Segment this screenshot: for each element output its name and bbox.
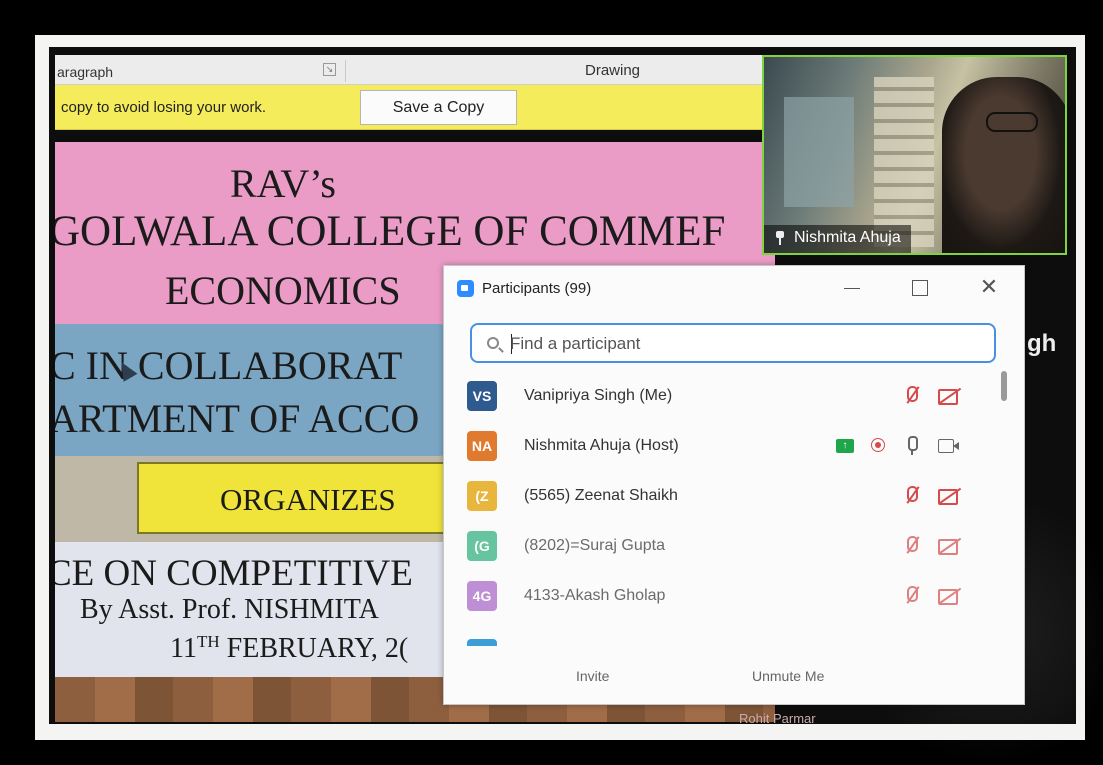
participant-name: 4133-Akash Gholap <box>524 587 666 604</box>
slide-title-line-3: ECONOMICS <box>165 268 401 313</box>
slide-title-line-2: GOLWALA COLLEGE OF COMMEF <box>55 208 726 255</box>
video-participant-name: Nishmita Ahuja <box>794 229 901 246</box>
avatar: (G <box>467 531 497 561</box>
slide-organizes: ORGANIZES <box>220 482 396 517</box>
participant-search-box[interactable] <box>470 323 996 363</box>
video-off-icon[interactable] <box>938 589 962 605</box>
slide-line-5: ARTMENT OF ACCO <box>55 396 420 441</box>
video-off-icon[interactable] <box>938 489 962 505</box>
ribbon-group-drawing: Drawing <box>585 62 641 79</box>
participant-row[interactable]: VS Vanipriya Singh (Me) <box>444 371 1004 421</box>
info-bar-message: copy to avoid losing your work. <box>61 99 267 116</box>
participants-window: Participants (99) ✕ VS Vanipriya Singh (… <box>443 265 1025 705</box>
date-suffix: TH <box>196 632 220 651</box>
dialog-launcher-icon[interactable]: ↘ <box>323 63 336 76</box>
screen: aragraph ↘ Drawing copy to avoid losing … <box>49 47 1076 724</box>
video-background-shelf <box>874 77 934 247</box>
slide-line-8: By Asst. Prof. NISHMITA <box>80 594 379 625</box>
video-camera-icon[interactable] <box>938 439 960 453</box>
unmute-me-button[interactable]: Unmute Me <box>752 668 824 684</box>
video-off-icon[interactable] <box>938 389 962 405</box>
participant-row[interactable]: (Z (5565) Zeenat Shaikh <box>444 471 1004 521</box>
participants-title: Participants (99) <box>482 280 592 297</box>
participant-name: (5565) Zeenat Shaikh <box>524 487 678 504</box>
participants-footer: Invite Unmute Me <box>444 658 1024 698</box>
participant-row[interactable]: (G (8202)=Suraj Gupta <box>444 521 1004 571</box>
participant-name: (8202)=Suraj Gupta <box>524 537 665 554</box>
search-input[interactable] <box>510 333 980 355</box>
background-partial-text: gh <box>1027 330 1057 357</box>
avatar <box>467 639 497 646</box>
search-icon <box>487 337 499 349</box>
avatar: NA <box>467 431 497 461</box>
slide-date: 11TH FEBRUARY, 2( <box>170 632 408 665</box>
date-day: 11 <box>170 633 197 664</box>
invite-button[interactable]: Invite <box>576 668 609 684</box>
slide-line-7: CE ON COMPETITIVE <box>55 553 413 594</box>
mic-muted-icon[interactable] <box>904 536 918 556</box>
participant-name: Nishmita Ahuja (Host) <box>524 437 679 454</box>
mic-muted-icon[interactable] <box>904 386 918 406</box>
mic-muted-icon[interactable] <box>904 486 918 506</box>
ribbon-separator <box>345 60 346 82</box>
word-ribbon: aragraph ↘ Drawing <box>55 55 775 85</box>
save-a-copy-button[interactable]: Save a Copy <box>360 90 517 125</box>
partial-video-name: Rohit Parmar <box>739 711 816 724</box>
avatar: VS <box>467 381 497 411</box>
maximize-icon[interactable] <box>899 274 939 302</box>
zoom-logo-icon <box>457 280 474 297</box>
video-person <box>942 77 1065 253</box>
ribbon-group-paragraph: aragraph <box>57 64 114 80</box>
video-person-glasses <box>986 112 1038 132</box>
minimize-icon[interactable] <box>832 274 872 302</box>
participant-name: Vanipriya Singh (Me) <box>524 387 673 404</box>
participant-row[interactable]: NA Nishmita Ahuja (Host) ↑ <box>444 421 1004 471</box>
participants-list: VS Vanipriya Singh (Me) NA Nishmita Ahuj… <box>444 371 1004 646</box>
video-name-label: Nishmita Ahuja <box>764 225 911 253</box>
mic-icon[interactable] <box>906 436 918 456</box>
video-off-icon[interactable] <box>938 539 962 555</box>
screen-share-icon: ↑ <box>836 439 854 453</box>
pin-icon <box>774 231 786 245</box>
avatar: (Z <box>467 481 497 511</box>
slide-line-4: C IN COLLABORAT <box>55 343 403 388</box>
video-tile[interactable]: Nishmita Ahuja <box>762 55 1067 255</box>
slide-title-line-1: RAV’s <box>230 161 336 206</box>
date-rest: FEBRUARY, 2( <box>219 633 409 664</box>
avatar: 4G <box>467 581 497 611</box>
recording-icon <box>871 438 885 452</box>
mic-muted-icon[interactable] <box>904 586 918 606</box>
video-background-window <box>784 97 854 207</box>
close-icon[interactable]: ✕ <box>969 274 1009 302</box>
word-info-bar: copy to avoid losing your work. Save a C… <box>55 85 775 130</box>
participants-titlebar[interactable]: Participants (99) ✕ <box>444 266 1024 310</box>
participant-row[interactable]: 4G 4133-Akash Gholap <box>444 571 1004 621</box>
